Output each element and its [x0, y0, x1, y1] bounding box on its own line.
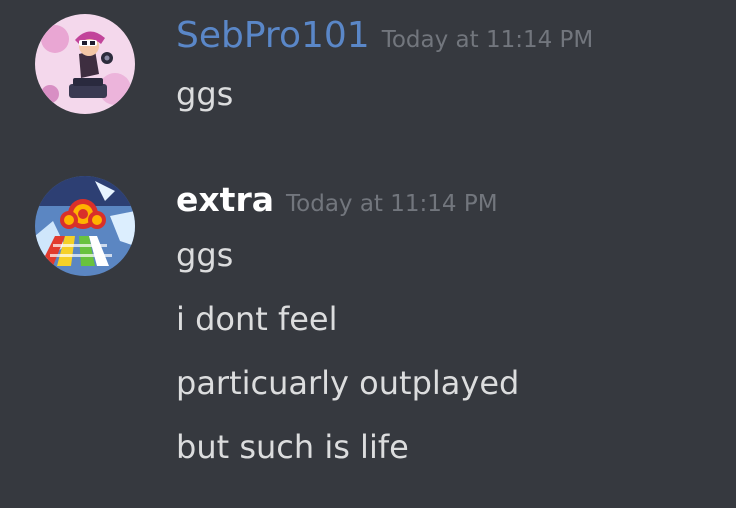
avatar-extra[interactable] — [35, 176, 135, 276]
username[interactable]: extra — [176, 180, 274, 219]
timestamp[interactable]: Today at 11:14 PM — [382, 27, 594, 53]
message-text: ggs — [176, 236, 234, 274]
message-text: but such is life — [176, 428, 409, 466]
rainbow-road-avatar-icon — [35, 176, 135, 276]
message-text: ggs — [176, 75, 234, 113]
chat-messages: SebPro101 Today at 11:14 PM ggs extra To… — [0, 0, 736, 508]
message-text: particuarly outplayed — [176, 364, 520, 402]
message-text: i dont feel — [176, 300, 338, 338]
message-header: SebPro101 Today at 11:14 PM — [176, 16, 593, 56]
avatar-sebpro101[interactable] — [35, 14, 135, 114]
username[interactable]: SebPro101 — [176, 15, 370, 56]
timestamp[interactable]: Today at 11:14 PM — [286, 191, 498, 217]
message-header: extra Today at 11:14 PM — [176, 180, 498, 220]
splatoon-inkling-avatar-icon — [35, 14, 135, 114]
